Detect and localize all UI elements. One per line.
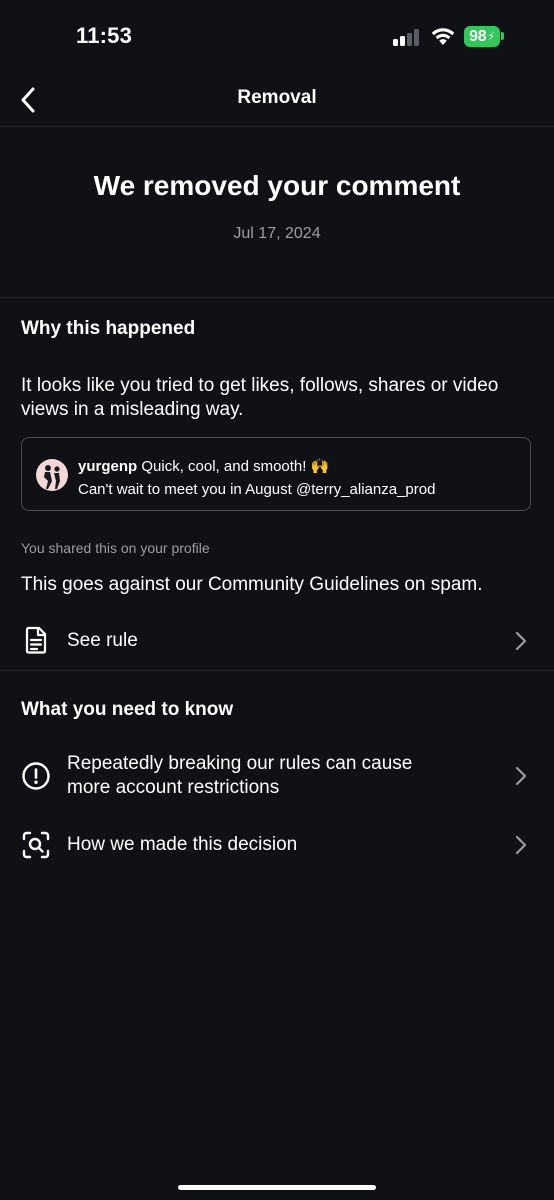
- see-rule-row[interactable]: See rule: [0, 620, 554, 662]
- battery-level: 98: [469, 27, 487, 45]
- see-rule-label: See rule: [67, 630, 138, 651]
- nav-bar: Removal: [0, 76, 554, 126]
- decision-label: How we made this decision: [67, 834, 298, 855]
- page-title: Removal: [237, 87, 317, 108]
- divider: [0, 126, 554, 127]
- removed-comment-card: yurgenp Quick, cool, and smooth! 🙌 Can't…: [21, 437, 531, 511]
- section-title-need-to-know: What you need to know: [21, 699, 234, 720]
- chevron-right-icon: [515, 631, 527, 651]
- comment-username: yurgenp: [78, 458, 138, 475]
- document-icon: [25, 626, 47, 654]
- avatar: [36, 459, 68, 491]
- headline: We removed your comment: [93, 170, 461, 201]
- restrictions-label: Repeatedly breaking our rules can cause …: [67, 752, 412, 800]
- restrictions-info-row[interactable]: Repeatedly breaking our rules can cause …: [0, 748, 554, 804]
- decision-info-row[interactable]: How we made this decision: [0, 826, 554, 866]
- wifi-icon: [431, 28, 455, 45]
- status-bar: 11:53 98 ⚡: [0, 0, 554, 76]
- divider: [0, 670, 554, 671]
- chevron-right-icon: [515, 766, 527, 786]
- divider: [0, 297, 554, 298]
- guideline-text: This goes against our Community Guidelin…: [21, 574, 483, 595]
- battery-cap: [501, 32, 504, 40]
- restrictions-label-line-1: Repeatedly breaking our rules can cause: [67, 753, 413, 774]
- why-description: It looks like you tried to get likes, fo…: [21, 375, 499, 420]
- charging-bolt-icon: ⚡: [487, 31, 495, 43]
- shared-note: You shared this on your profile: [21, 540, 210, 556]
- removal-date: Jul 17, 2024: [233, 225, 321, 242]
- alert-circle-icon: [22, 762, 50, 790]
- cellular-signal-icon: [393, 28, 423, 46]
- restrictions-label-line-2: more account restrictions: [67, 777, 280, 798]
- comment-line-1: yurgenp Quick, cool, and smooth! 🙌: [78, 457, 329, 475]
- comment-text-continued: Can't wait to meet you in August @terry_…: [78, 481, 436, 498]
- scan-search-icon: [22, 831, 50, 859]
- home-indicator[interactable]: [178, 1185, 376, 1190]
- section-title-why: Why this happened: [21, 318, 196, 339]
- status-time: 11:53: [76, 23, 133, 48]
- chevron-right-icon: [515, 835, 527, 855]
- battery-icon: 98 ⚡: [464, 26, 500, 47]
- comment-text: Quick, cool, and smooth! 🙌: [141, 458, 330, 475]
